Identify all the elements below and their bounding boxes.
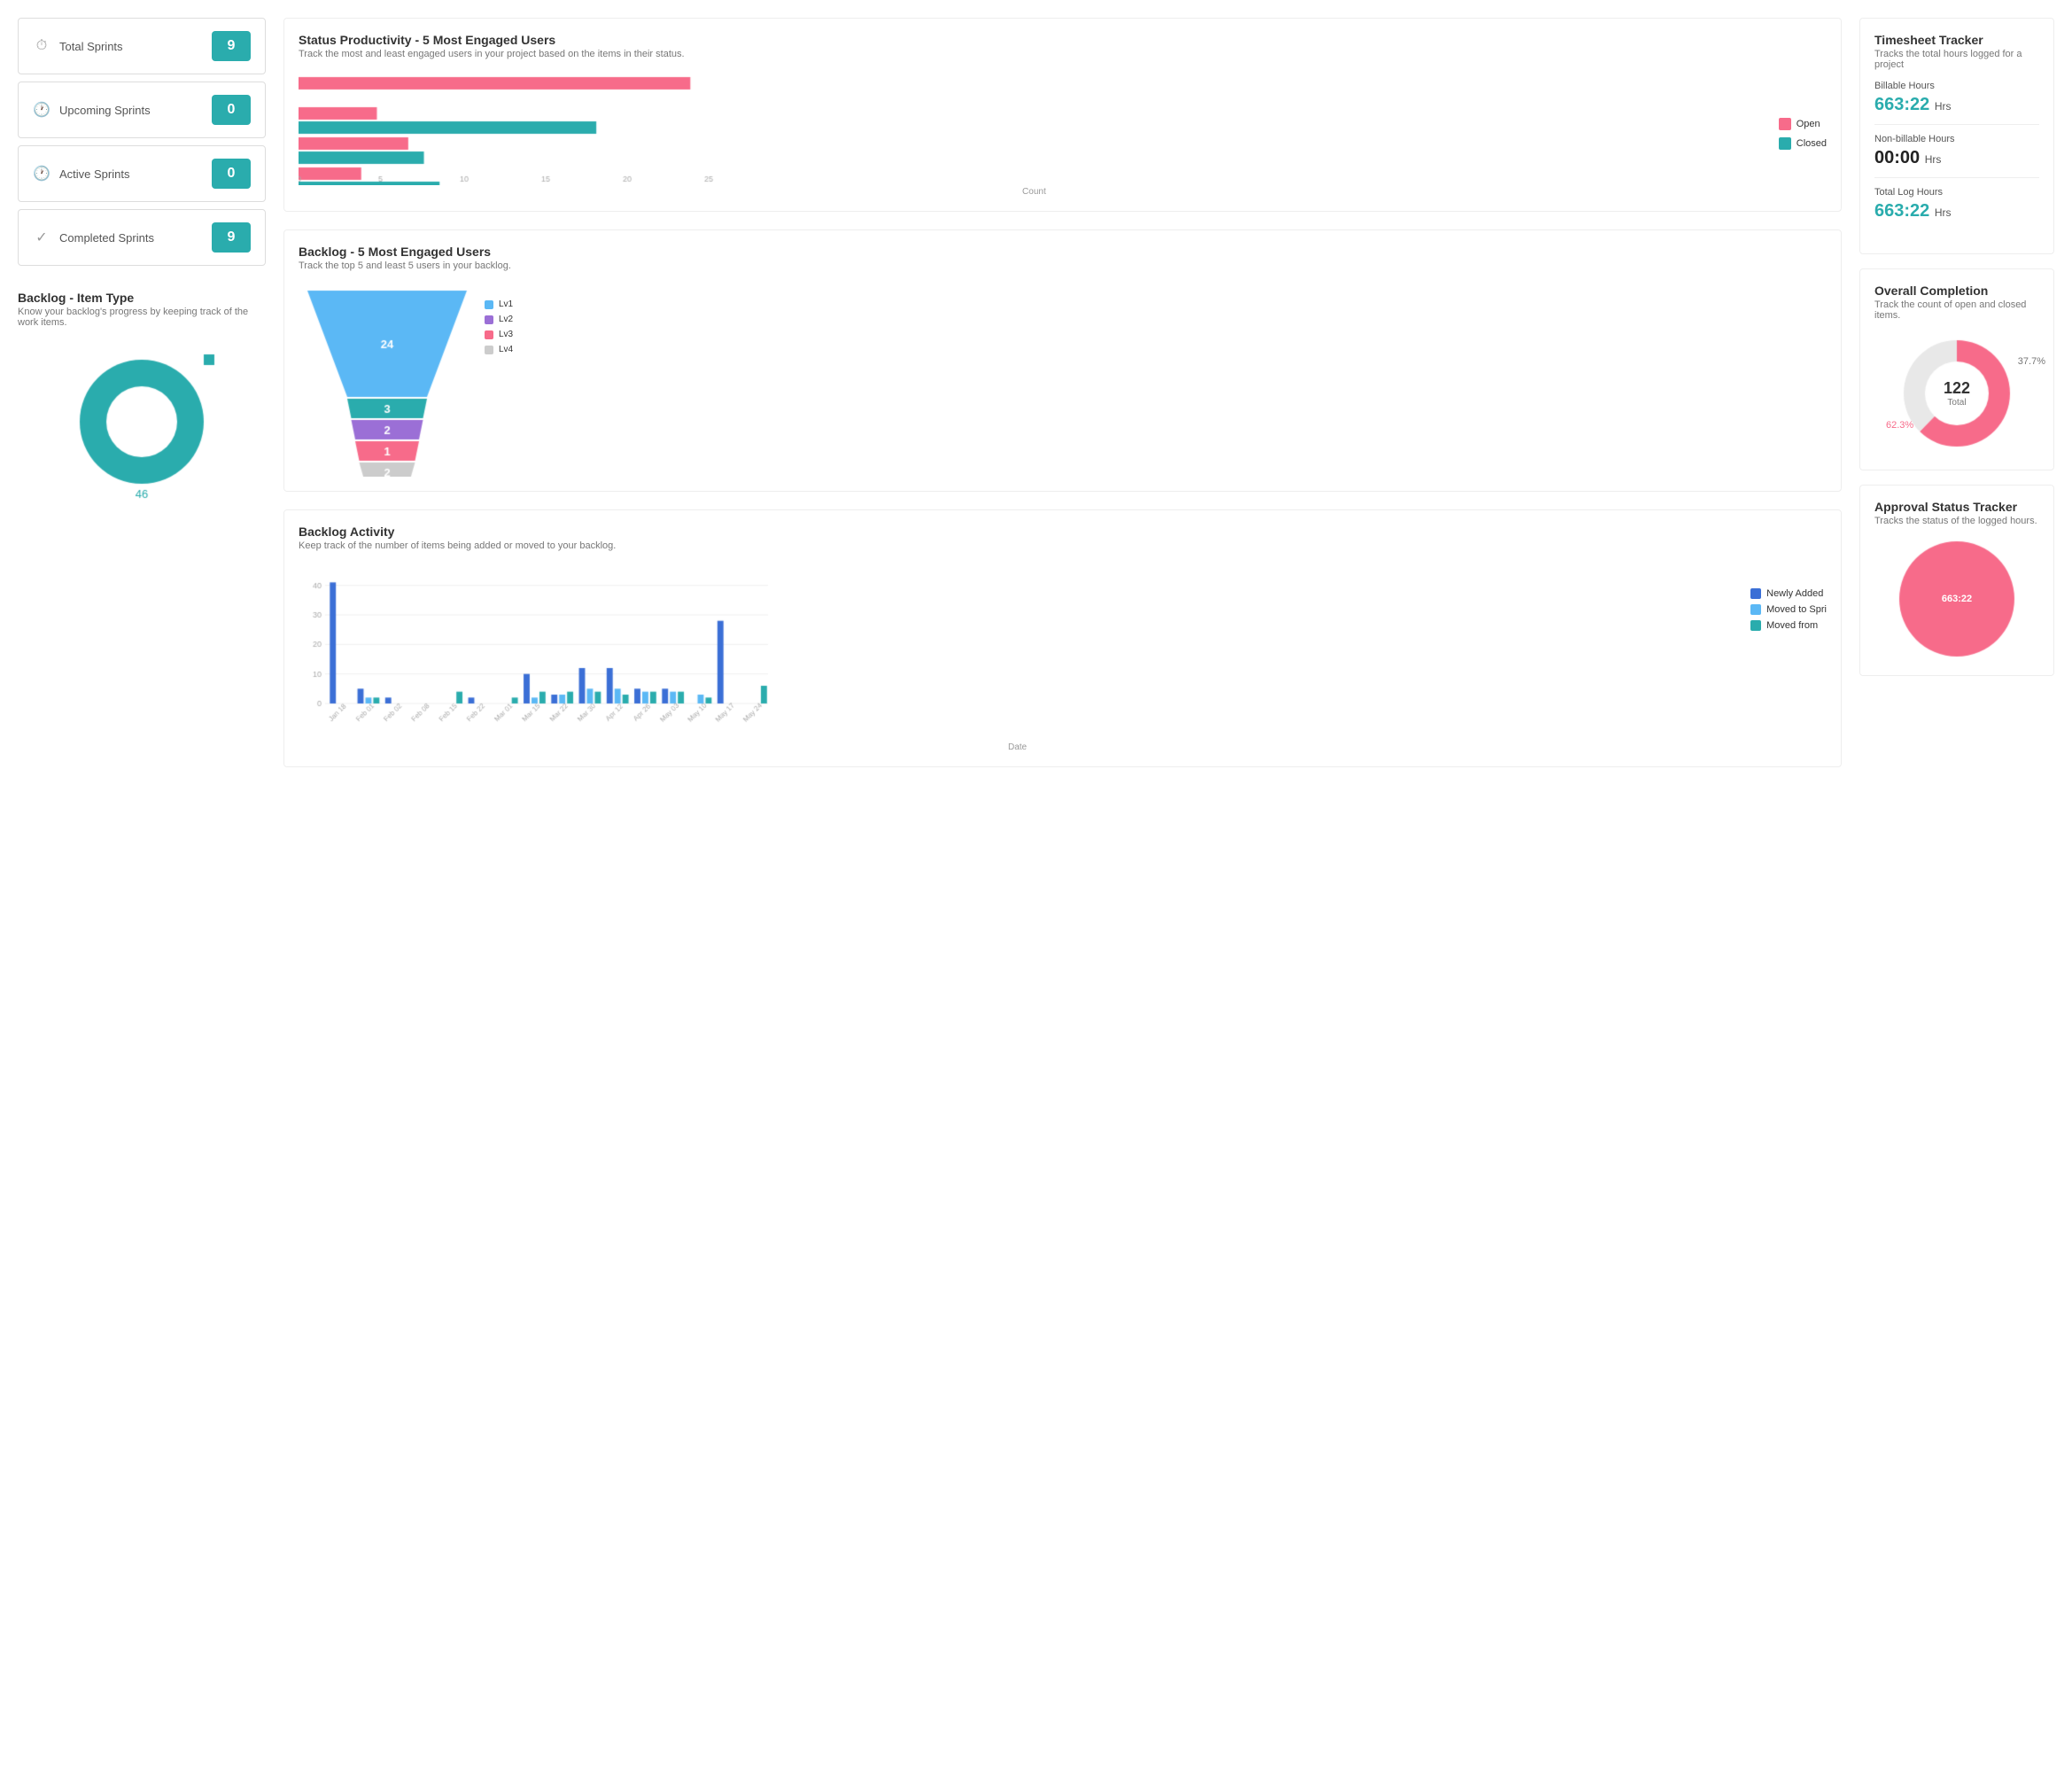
open-pct-label: 37.7% — [2018, 356, 2045, 367]
right-panel: Timesheet Tracker Tracks the total hours… — [1859, 18, 2054, 767]
non-billable-value: 00:00 Hrs — [1874, 148, 2039, 168]
upcoming-sprints-label: Upcoming Sprints — [59, 104, 151, 117]
backlog-donut-wrap — [18, 342, 266, 501]
total-sprints-label: Total Sprints — [59, 40, 123, 53]
total-sprints-card[interactable]: ⏱ Total Sprints 9 — [18, 18, 266, 74]
billable-value: 663:22 Hrs — [1874, 95, 2039, 115]
total-log-hours-row: Total Log Hours 663:22 Hrs — [1874, 187, 2039, 230]
status-prod-title: Status Productivity - 5 Most Engaged Use… — [299, 33, 1827, 47]
status-productivity-section: Status Productivity - 5 Most Engaged Use… — [283, 18, 1842, 212]
legend-moved-from: Moved from — [1766, 620, 1818, 631]
upcoming-sprints-card[interactable]: 🕐 Upcoming Sprints 0 — [18, 82, 266, 138]
sprint-summary-panel: ⏱ Total Sprints 9 🕐 Upcoming Sprints 0 🕐… — [18, 18, 266, 767]
legend-open: Open — [1797, 119, 1820, 129]
backlog-engaged-section: Backlog - 5 Most Engaged Users Track the… — [283, 229, 1842, 492]
completed-sprints-value: 9 — [212, 222, 251, 253]
status-productivity-chart — [299, 70, 724, 185]
backlog-row: Backlog - 5 Most Engaged Users Track the… — [283, 229, 1842, 492]
active-sprints-value: 0 — [212, 159, 251, 189]
non-billable-hours-row: Non-billable Hours 00:00 Hrs — [1874, 134, 2039, 178]
backlog-engaged-title: Backlog - 5 Most Engaged Users — [299, 245, 1827, 259]
backlog-item-type-title: Backlog - Item Type — [18, 291, 266, 305]
overall-total-value: 122 — [1944, 379, 1970, 398]
funnel-legend: Lv1 Lv2 Lv3 Lv4 — [485, 299, 513, 354]
approval-title: Approval Status Tracker — [1874, 500, 2039, 514]
completed-sprints-label: Completed Sprints — [59, 231, 154, 245]
timer-icon: ⏱ — [33, 37, 50, 55]
timesheet-subtitle: Tracks the total hours logged for a proj… — [1874, 49, 2039, 70]
total-log-value: 663:22 Hrs — [1874, 201, 2039, 222]
completed-sprints-card[interactable]: ✓ Completed Sprints 9 — [18, 209, 266, 266]
chart-x-label: Count — [299, 187, 1770, 197]
overall-title: Overall Completion — [1874, 284, 2039, 298]
backlog-activity-subtitle: Keep track of the number of items being … — [299, 540, 1827, 551]
legend-closed: Closed — [1797, 138, 1827, 149]
closed-pct-label: 62.3% — [1886, 420, 1913, 431]
billable-label: Billable Hours — [1874, 81, 2039, 91]
approval-value: 663:22 — [1942, 594, 1972, 604]
legend-newly-added: Newly Added — [1766, 588, 1823, 599]
overall-completion-section: Overall Completion Track the count of op… — [1859, 268, 2054, 470]
backlog-donut-chart — [62, 342, 221, 501]
timesheet-section: Timesheet Tracker Tracks the total hours… — [1859, 18, 2054, 254]
active-sprints-label: Active Sprints — [59, 167, 129, 181]
total-sprints-value: 9 — [212, 31, 251, 61]
backlog-activity-title: Backlog Activity — [299, 525, 1827, 539]
clock-icon-upcoming: 🕐 — [33, 101, 50, 119]
legend-moved-to-sprint: Moved to Spri — [1766, 604, 1827, 615]
backlog-activity-section: Backlog Activity Keep track of the numbe… — [283, 509, 1842, 767]
total-log-label: Total Log Hours — [1874, 187, 2039, 198]
active-sprints-card[interactable]: 🕐 Active Sprints 0 — [18, 145, 266, 202]
approval-subtitle: Tracks the status of the logged hours. — [1874, 516, 2039, 526]
check-icon: ✓ — [33, 229, 50, 246]
non-billable-label: Non-billable Hours — [1874, 134, 2039, 144]
backlog-activity-chart — [299, 562, 777, 739]
activity-legend: Newly Added Moved to Spri Moved from — [1750, 588, 1827, 752]
overall-total-label: Total — [1944, 398, 1970, 408]
overall-subtitle: Track the count of open and closed items… — [1874, 299, 2039, 321]
approval-section: Approval Status Tracker Tracks the statu… — [1859, 485, 2054, 676]
middle-panel: Status Productivity - 5 Most Engaged Use… — [283, 18, 1842, 767]
billable-hours-row: Billable Hours 663:22 Hrs — [1874, 81, 2039, 125]
funnel-chart — [299, 282, 476, 477]
backlog-item-type-subtitle: Know your backlog's progress by keeping … — [18, 307, 266, 328]
backlog-engaged-subtitle: Track the top 5 and least 5 users in you… — [299, 260, 1827, 271]
status-prod-subtitle: Track the most and least engaged users i… — [299, 49, 1827, 59]
clock-icon-active: 🕐 — [33, 165, 50, 183]
timesheet-title: Timesheet Tracker — [1874, 33, 2039, 47]
activity-x-label: Date — [299, 742, 1736, 752]
upcoming-sprints-value: 0 — [212, 95, 251, 125]
